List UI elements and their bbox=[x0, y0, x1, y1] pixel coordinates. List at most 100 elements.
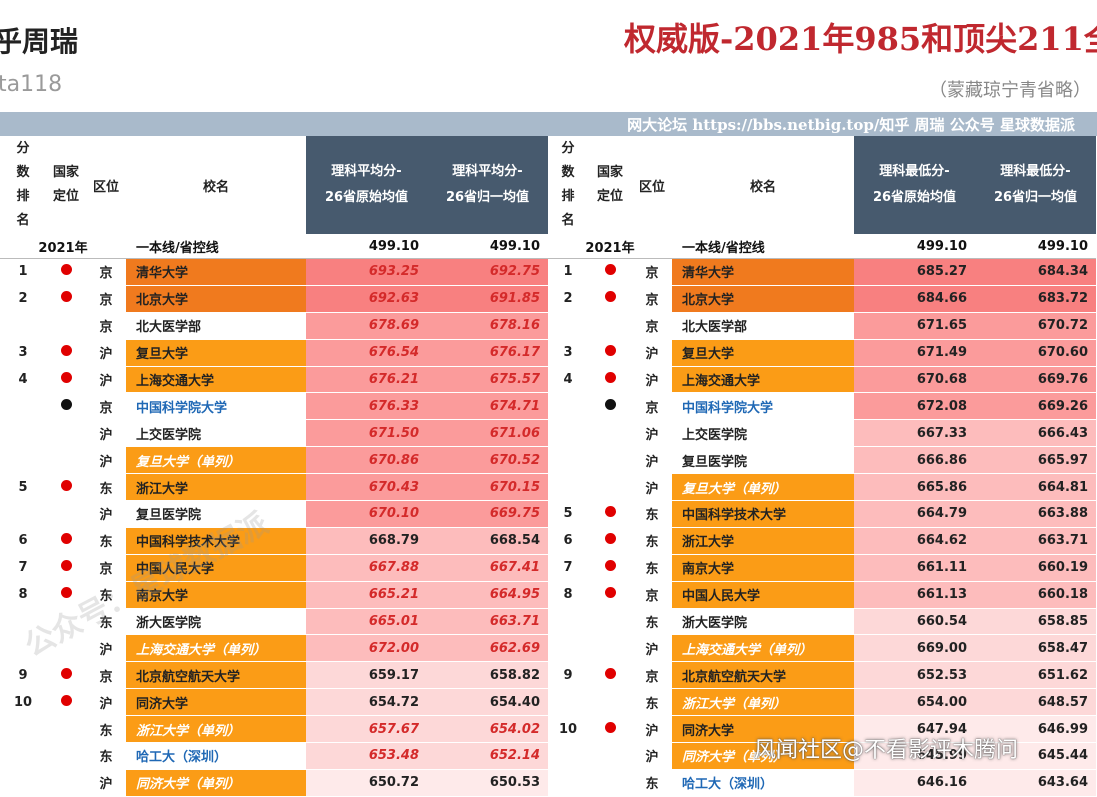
national-dot-cell bbox=[588, 527, 632, 555]
national-dot-cell bbox=[588, 500, 632, 528]
national-header-line: 定位 bbox=[52, 189, 79, 204]
region-cell: 京 bbox=[632, 258, 672, 286]
rank-cell bbox=[548, 769, 588, 797]
national-dot-cell bbox=[588, 581, 632, 609]
school-name-cell: 复旦大学 bbox=[126, 339, 306, 367]
region-cell: 东 bbox=[632, 608, 672, 636]
national-dot-cell bbox=[588, 661, 632, 690]
table-row: 沪复旦大学（单列） 670.86 670.52 bbox=[0, 446, 548, 475]
school-name-cell: 同济大学 bbox=[126, 688, 306, 717]
red-dot-icon bbox=[60, 694, 72, 706]
region-cell: 沪 bbox=[632, 742, 672, 770]
score-raw-cell: 670.68 bbox=[854, 366, 975, 394]
score-raw-cell: 670.86 bbox=[306, 446, 427, 475]
score-norm-cell: 650.53 bbox=[427, 769, 548, 797]
national-dot-cell bbox=[46, 769, 86, 797]
national-dot-cell bbox=[588, 769, 632, 797]
score-norm-cell: 669.76 bbox=[975, 366, 1096, 394]
school-name-cell: 北京航空航天大学 bbox=[126, 661, 306, 690]
score-norm-cell: 663.71 bbox=[427, 608, 548, 636]
region-cell: 沪 bbox=[632, 473, 672, 502]
score-raw-cell: 672.00 bbox=[306, 634, 427, 663]
score-raw-cell: 664.62 bbox=[854, 527, 975, 555]
rank-cell: 2 bbox=[548, 285, 588, 313]
score-raw-cell: 667.33 bbox=[854, 419, 975, 448]
region-cell: 沪 bbox=[632, 715, 672, 744]
score-raw-cell: 657.67 bbox=[306, 715, 427, 744]
minimum-score-table: 分 数 排 名 国家 定位 区位 校名 理科最低分- 26省原始均值 理科最低分… bbox=[548, 136, 1096, 797]
table-row: 京北大医学部 678.69 678.16 bbox=[0, 312, 548, 340]
school-name-cell: 中国科学院大学 bbox=[126, 392, 306, 421]
score-norm-cell: 665.97 bbox=[975, 446, 1096, 475]
baseline-row: 2021年 一本线/省控线 499.10 499.10 bbox=[548, 234, 1096, 259]
table-row: 沪复旦大学（单列） 665.86 664.81 bbox=[548, 473, 1096, 502]
score-raw-cell: 671.65 bbox=[854, 312, 975, 340]
score-norm-cell: 669.75 bbox=[427, 500, 548, 528]
score-norm-cell: 666.43 bbox=[975, 419, 1096, 448]
score-norm-cell: 643.64 bbox=[975, 769, 1096, 797]
region-cell: 沪 bbox=[632, 419, 672, 448]
school-name-cell: 上海交通大学（单列） bbox=[672, 634, 854, 663]
score-raw-cell: 664.79 bbox=[854, 500, 975, 528]
account-id: ta118 bbox=[0, 72, 63, 97]
province-note: （蒙藏琼宁青省略） bbox=[929, 80, 1091, 101]
rank-cell bbox=[548, 742, 588, 770]
table-row: 东浙江大学（单列） 654.00 648.57 bbox=[548, 688, 1096, 717]
red-dot-icon bbox=[604, 345, 616, 357]
rank-cell: 10 bbox=[0, 688, 46, 717]
school-name-cell: 北京大学 bbox=[126, 285, 306, 313]
score-raw-cell: 676.33 bbox=[306, 392, 427, 421]
rank-cell: 4 bbox=[0, 366, 46, 394]
score-raw-cell: 654.72 bbox=[306, 688, 427, 717]
rank-cell bbox=[548, 446, 588, 475]
score-raw-cell: 672.08 bbox=[854, 392, 975, 421]
region-cell: 沪 bbox=[86, 769, 126, 797]
table-row: 3 沪复旦大学 676.54 676.17 bbox=[0, 339, 548, 367]
national-dot-cell bbox=[46, 258, 86, 286]
rank-cell: 9 bbox=[548, 661, 588, 690]
region-cell: 东 bbox=[632, 500, 672, 528]
region-cell: 京 bbox=[86, 285, 126, 313]
school-name-cell: 浙大医学院 bbox=[126, 608, 306, 636]
avg-raw-header-line: 理科平均分- bbox=[331, 164, 402, 179]
score-norm-cell: 670.15 bbox=[427, 473, 548, 502]
report-header: 乎周瑞 ta118 权威版-2021年985和顶尖211全国 （蒙藏琼宁青省略） bbox=[0, 0, 1097, 112]
score-norm-cell: 664.81 bbox=[975, 473, 1096, 502]
national-dot-cell bbox=[46, 742, 86, 770]
baseline-value: 499.10 bbox=[975, 234, 1096, 259]
table-row: 5 东浙江大学 670.43 670.15 bbox=[0, 473, 548, 502]
score-raw-cell: 693.25 bbox=[306, 258, 427, 286]
school-name-cell: 北大医学部 bbox=[672, 312, 854, 340]
table-row: 沪上交医学院 667.33 666.43 bbox=[548, 419, 1096, 448]
rank-cell bbox=[0, 392, 46, 421]
national-dot-cell bbox=[46, 554, 86, 582]
score-raw-cell: 665.01 bbox=[306, 608, 427, 636]
score-raw-cell: 692.63 bbox=[306, 285, 427, 313]
score-raw-cell: 671.49 bbox=[854, 339, 975, 367]
score-raw-cell: 676.54 bbox=[306, 339, 427, 367]
region-cell: 京 bbox=[632, 312, 672, 340]
national-header: 国家 定位 bbox=[588, 136, 632, 234]
region-cell: 东 bbox=[632, 769, 672, 797]
score-norm-cell: 651.62 bbox=[975, 661, 1096, 690]
region-cell: 沪 bbox=[86, 419, 126, 448]
national-dot-cell bbox=[588, 473, 632, 502]
national-dot-cell bbox=[46, 661, 86, 690]
rank-cell bbox=[548, 634, 588, 663]
national-dot-cell bbox=[46, 339, 86, 367]
rank-header-line: 排 bbox=[16, 189, 30, 204]
table-row: 东哈工大（深圳） 646.16 643.64 bbox=[548, 769, 1096, 797]
region-cell: 沪 bbox=[632, 339, 672, 367]
score-norm-cell: 663.88 bbox=[975, 500, 1096, 528]
national-dot-cell bbox=[46, 285, 86, 313]
national-dot-cell bbox=[46, 688, 86, 717]
national-header-line: 国家 bbox=[596, 165, 623, 180]
school-name-cell: 南京大学 bbox=[672, 554, 854, 582]
rank-cell bbox=[0, 419, 46, 448]
score-raw-cell: 684.66 bbox=[854, 285, 975, 313]
table-row: 1 京清华大学 685.27 684.34 bbox=[548, 258, 1096, 286]
national-dot-cell bbox=[46, 473, 86, 502]
score-raw-cell: 666.86 bbox=[854, 446, 975, 475]
red-dot-icon bbox=[604, 721, 616, 733]
red-dot-icon bbox=[60, 291, 72, 303]
